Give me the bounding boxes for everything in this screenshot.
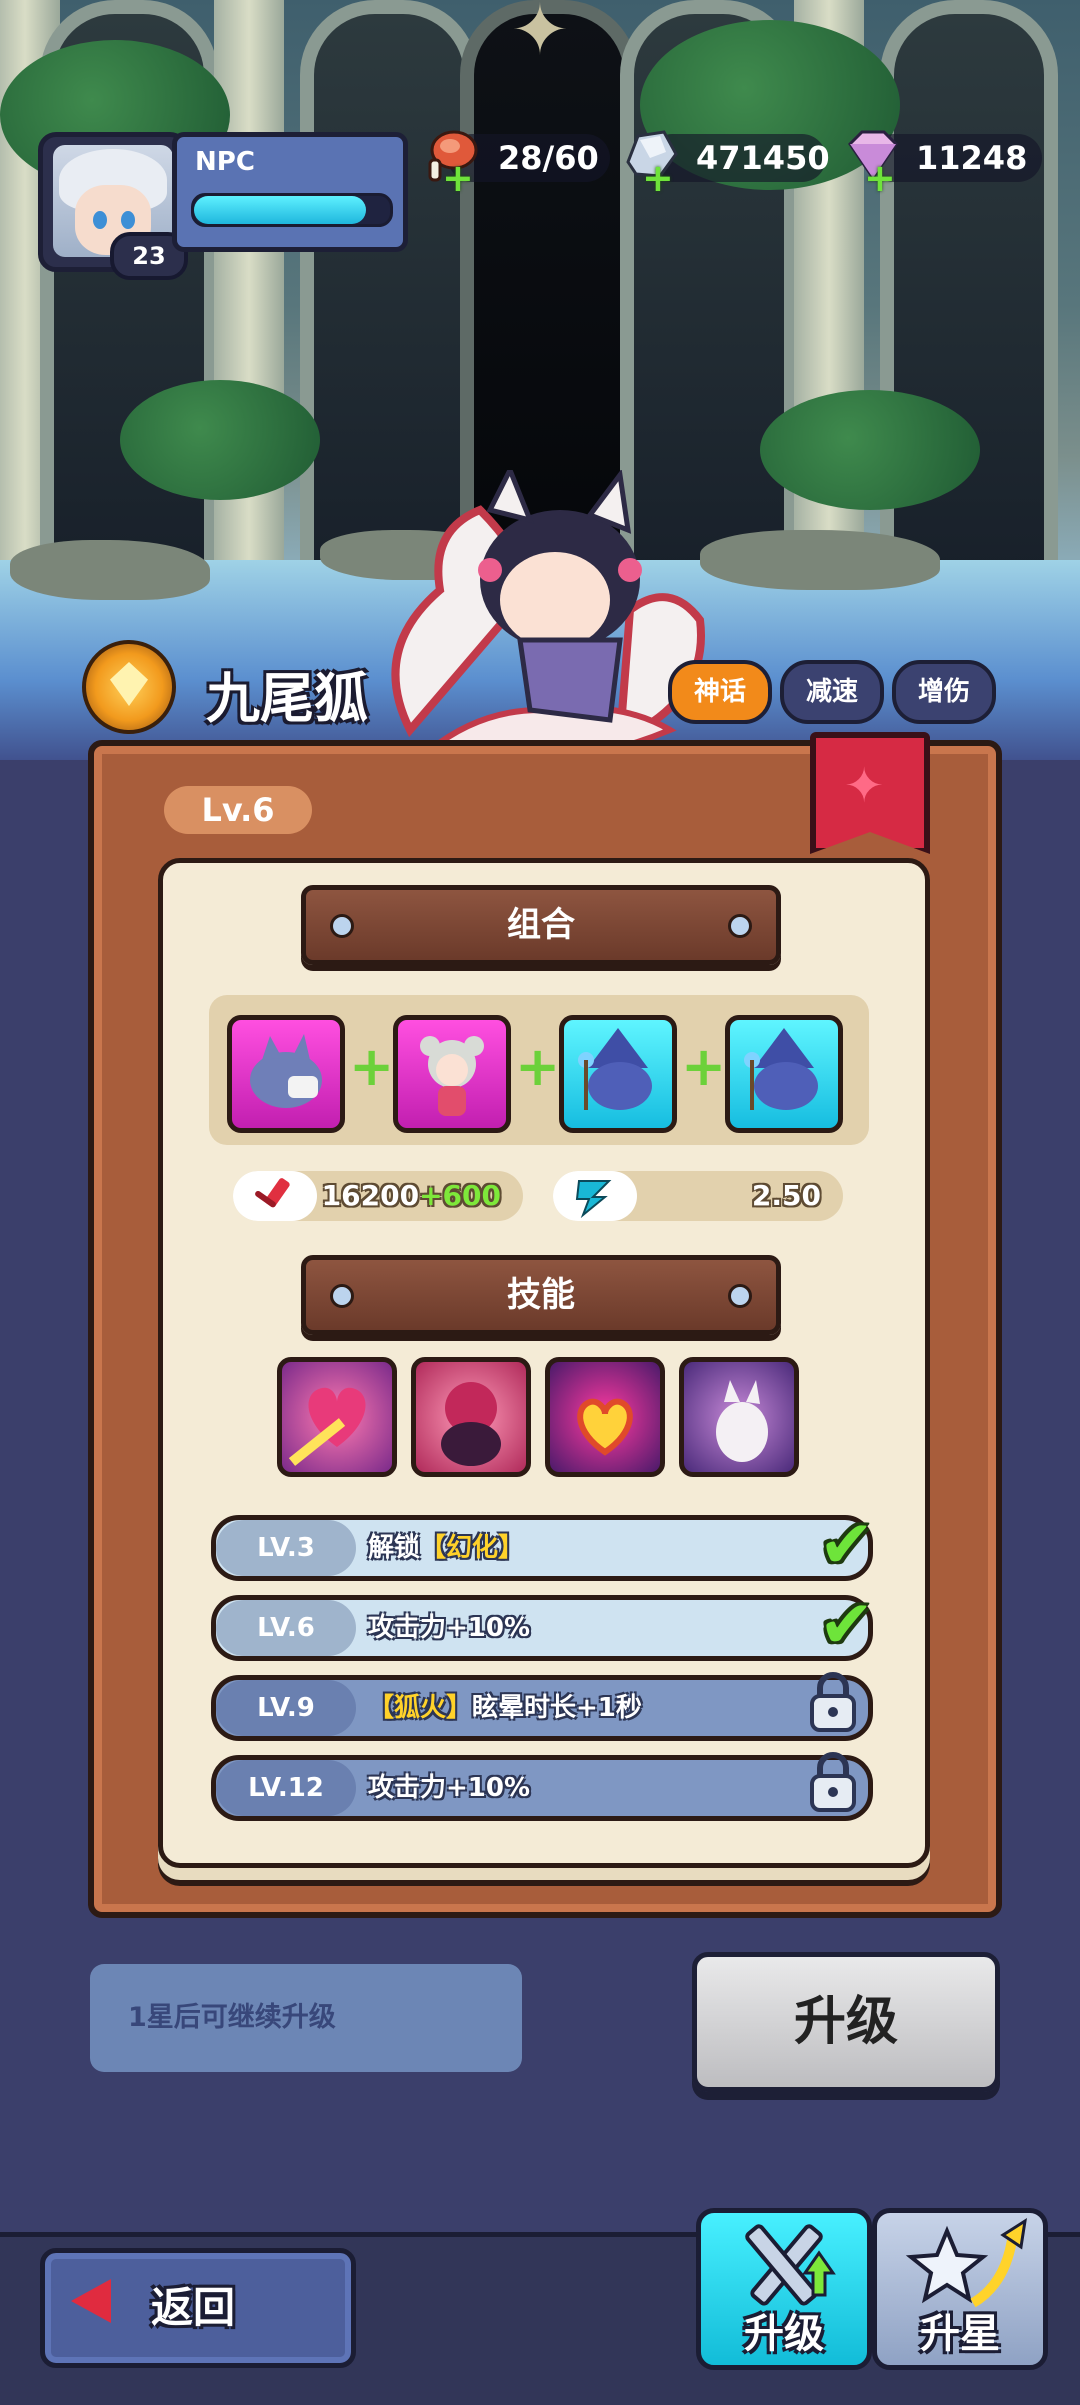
- twin-bun-girl-icon: [420, 1036, 484, 1116]
- shark-wizard-icon: [744, 1028, 818, 1110]
- sword-icon: [255, 1178, 290, 1208]
- tab-star-up[interactable]: 升星: [872, 2208, 1048, 2370]
- exp-bar: [191, 193, 393, 227]
- skill-row: LV.6 攻击力+10% ✔: [211, 1586, 874, 1663]
- check-icon: ✔: [818, 1506, 874, 1583]
- wolf-warrior-icon: [250, 1034, 322, 1108]
- crest-star-icon: ✦: [510, 0, 570, 71]
- back-label: 返回: [151, 2283, 236, 2332]
- tag-slow: 减速: [780, 660, 884, 724]
- add-diamond-icon[interactable]: +: [864, 159, 896, 197]
- skill-phantom-icon[interactable]: [411, 1357, 531, 1477]
- skill-row: LV.12 攻击力+10%: [211, 1752, 873, 1821]
- upgrade-notice: 1星后可继续升级: [90, 1964, 522, 2072]
- combo-unit-girl[interactable]: [393, 1015, 511, 1133]
- nail-icon: [728, 1284, 752, 1308]
- skill-row-level: LV.9: [216, 1680, 356, 1736]
- hero-detail-card: Lv.6 ✦ 组合 + + + 16200+600 2.50 技能 LV.3 解…: [88, 732, 1002, 1918]
- check-icon: ✔: [818, 1586, 874, 1663]
- info-paper: 组合 + + + 16200+600 2.50 技能 LV.3 解锁【幻化】 ✔…: [158, 858, 930, 1868]
- lock-icon: [810, 1672, 856, 1732]
- shark-wizard-icon: [578, 1028, 652, 1110]
- back-arrow-icon: [71, 2279, 111, 2323]
- combo-unit-wizard-2[interactable]: [725, 1015, 843, 1133]
- nail-icon: [330, 914, 354, 938]
- stamina-value: 28/60: [498, 139, 599, 177]
- back-button[interactable]: 返回: [40, 2248, 356, 2368]
- attack-bonus-value: +600: [419, 1179, 501, 1212]
- lock-icon: [810, 1752, 856, 1812]
- tag-damage-boost: 增伤: [892, 660, 996, 724]
- combo-header: 组合: [301, 885, 781, 965]
- hero-level-label: Lv.6: [164, 786, 312, 834]
- add-silver-icon[interactable]: +: [642, 159, 674, 197]
- skill-row: LV.3 解锁【幻化】 ✔: [211, 1506, 874, 1583]
- attack-base-value: 16200: [321, 1179, 420, 1212]
- mythic-rank-crest-icon: [82, 640, 176, 734]
- combo-tray: + + +: [209, 995, 869, 1145]
- attack-stat: 16200+600: [233, 1171, 523, 1221]
- diamond-value: 11248: [916, 139, 1028, 177]
- plus-icon: +: [681, 1035, 727, 1098]
- star-icon: ✦: [844, 758, 885, 814]
- combo-unit-wizard-1[interactable]: [559, 1015, 677, 1133]
- hero-nine-tailed-fox-sprite: [391, 470, 705, 765]
- diamond-counter[interactable]: + 11248: [848, 130, 1042, 197]
- add-stamina-icon[interactable]: +: [442, 159, 474, 197]
- stamina-counter[interactable]: + 28/60: [428, 130, 610, 197]
- silver-counter[interactable]: + 471450: [626, 130, 830, 197]
- tab-star-up-label: 升星: [920, 2311, 1000, 2357]
- hero-name: 九尾狐: [206, 667, 368, 730]
- nail-icon: [728, 914, 752, 938]
- nail-icon: [330, 1284, 354, 1308]
- exp-bar-fill: [194, 196, 367, 224]
- player-name: NPC: [195, 147, 255, 177]
- attack-speed-value: 2.50: [751, 1179, 821, 1212]
- skill-row-level: LV.6: [216, 1600, 356, 1656]
- skill-row-level: LV.12: [216, 1760, 356, 1816]
- tab-upgrade-label: 升级: [744, 2311, 824, 2357]
- skill-row: LV.9 【狐火】眩晕时长+1秒: [211, 1672, 873, 1741]
- plus-icon: +: [515, 1035, 561, 1098]
- skill-row-level: LV.3: [216, 1520, 356, 1576]
- upgrade-button[interactable]: 升级: [692, 1952, 1000, 2092]
- tag-mythic: 神话: [668, 660, 772, 724]
- attack-speed-icon: [575, 1180, 612, 1219]
- skill-row-desc: 攻击力+10%: [368, 1773, 531, 1803]
- combo-unit-wolf[interactable]: [227, 1015, 345, 1133]
- silver-value: 471450: [696, 139, 830, 177]
- attack-speed-stat: 2.50: [553, 1171, 843, 1221]
- skills-header: 技能: [301, 1255, 781, 1335]
- skill-fox-fire-icon[interactable]: [545, 1357, 665, 1477]
- combo-header-label: 组合: [507, 905, 575, 945]
- skill-white-fox-icon[interactable]: [679, 1357, 799, 1477]
- skill-row-desc: 解锁【幻化】: [368, 1533, 525, 1563]
- plus-icon: +: [349, 1035, 395, 1098]
- tab-upgrade[interactable]: 升级: [696, 2208, 872, 2370]
- player-info-panel: NPC: [172, 132, 408, 252]
- skill-row-desc: 攻击力+10%: [368, 1613, 531, 1643]
- skill-charm-beam-icon[interactable]: [277, 1357, 397, 1477]
- skills-header-label: 技能: [507, 1275, 575, 1315]
- skill-row-desc: 【狐火】眩晕时长+1秒: [368, 1693, 642, 1723]
- favorite-bookmark[interactable]: ✦: [810, 732, 930, 854]
